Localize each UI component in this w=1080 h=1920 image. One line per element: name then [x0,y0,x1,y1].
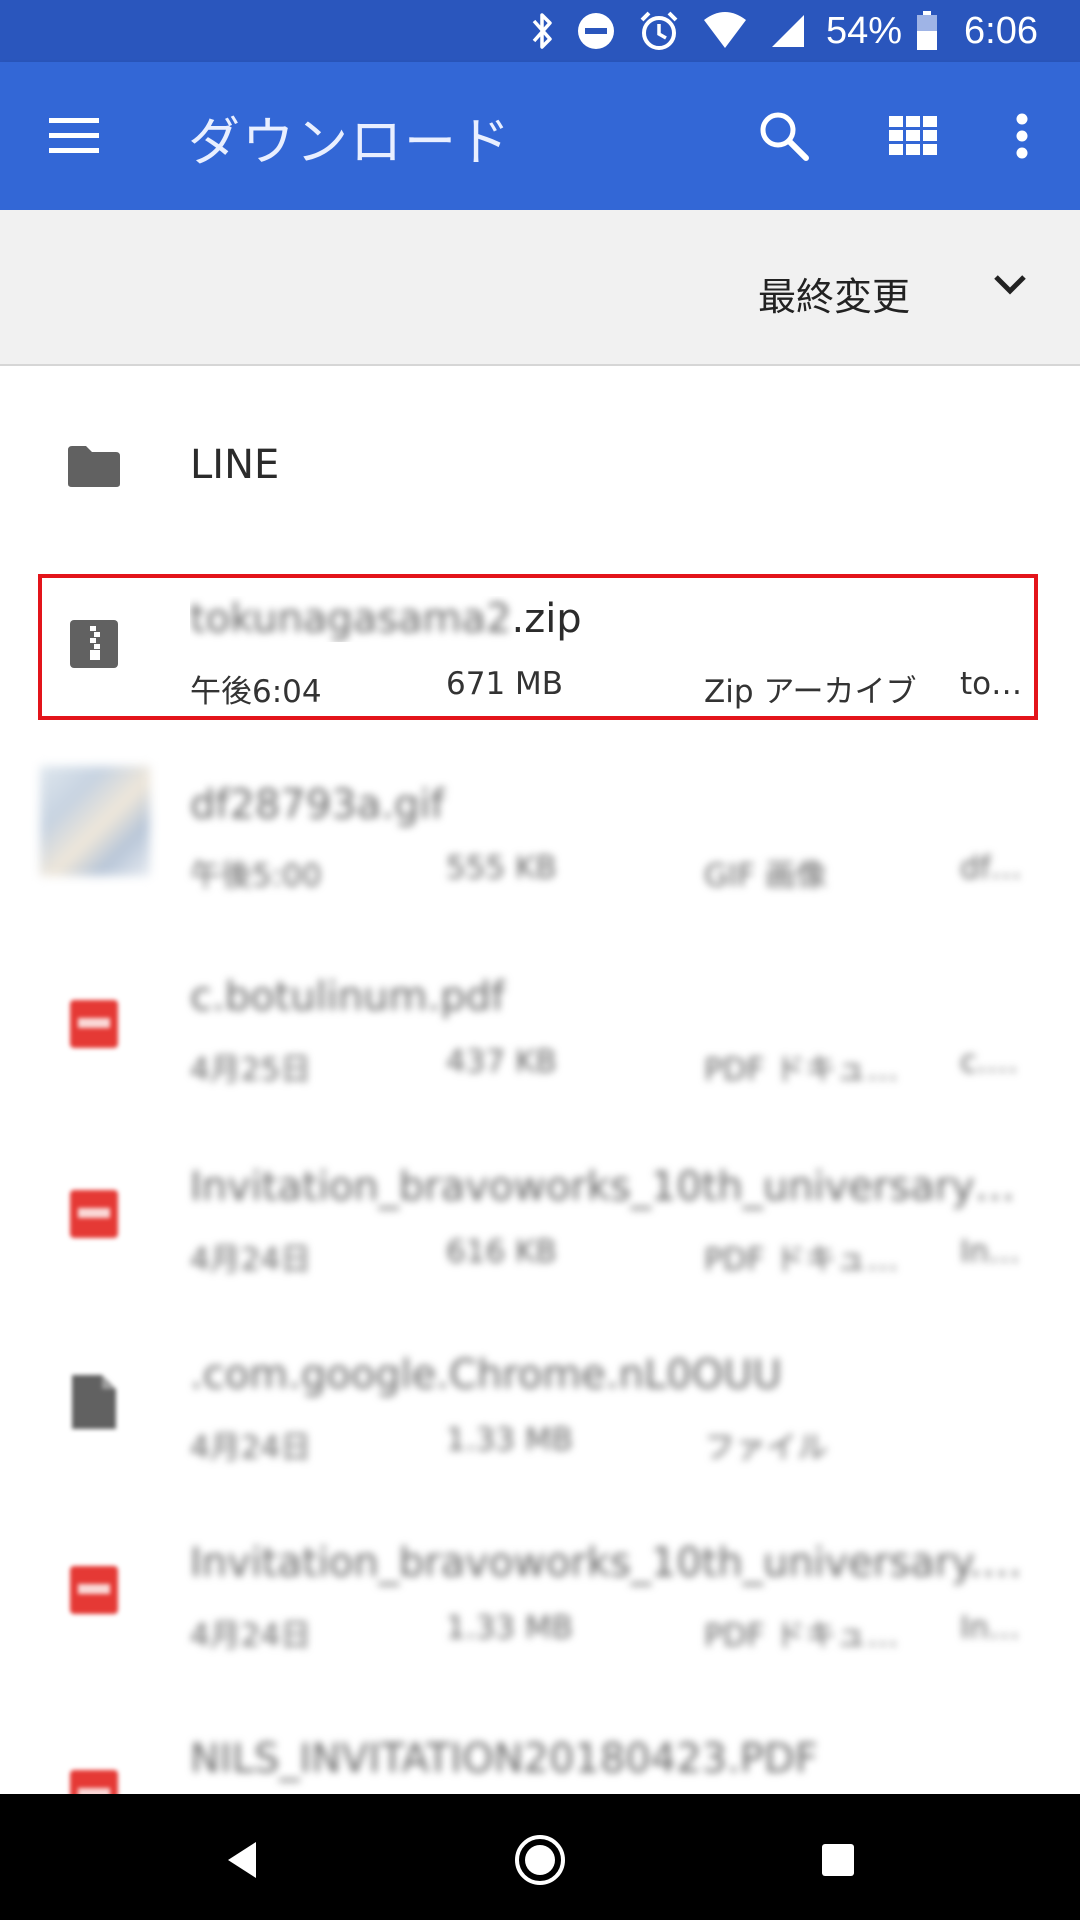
pdf-icon [64,1184,124,1244]
file-extra: c.b… [960,1044,1028,1080]
file-size: 1.33 MB [446,1610,573,1646]
file-name: .com.google.Chrome.nL0OUU [190,1352,782,1398]
pdf-icon [64,1560,124,1620]
file-name: NILS_INVITATION20180423.PDF [190,1736,818,1782]
file-name: LINE [190,442,280,488]
file-name: Invitation_bravoworks_10th_universary.pd… [190,1540,1030,1586]
file-extra: Inv… [960,1610,1028,1646]
cell-signal-icon [770,13,806,49]
folder-icon [64,436,124,496]
file-size: 437 KB [446,1044,557,1080]
status-time: 6:06 [964,9,1038,52]
pdf-icon [64,1764,124,1794]
zip-icon [64,614,124,674]
recents-icon[interactable] [810,1832,866,1888]
file-date: 4月25日 [190,1052,312,1088]
list-item-pdf[interactable]: c.botulinum.pdf 4月25日 437 KB PDF ドキュメ… c… [0,932,1080,1120]
alarm-icon [638,10,680,52]
page-title: ダウンロード [188,113,513,173]
image-thumbnail [40,766,150,876]
file-type: ファイル [704,1430,828,1466]
menu-icon[interactable] [44,106,104,166]
list-item-zip[interactable]: tokunagasama2.zip 午後6:04 671 MB Zip アーカイ… [0,554,1080,742]
do-not-disturb-icon [576,11,616,51]
file-date: 午後5:00 [190,858,322,894]
file-size: 616 KB [446,1234,557,1270]
status-bar: 54% 6:06 [0,0,1080,62]
bluetooth-icon [530,11,554,51]
list-item-file[interactable]: .com.google.Chrome.nL0OUU 4月24日 1.33 MB … [0,1310,1080,1498]
file-extra: Inv… [960,1234,1028,1270]
chevron-down-icon[interactable] [990,264,1030,308]
more-vert-icon[interactable] [992,106,1052,166]
pdf-icon [64,994,124,1054]
file-extra: tok… [960,666,1028,702]
battery-percent: 54% [825,9,903,52]
screen: 54% 6:06 ダウンロード 最終変更 LINE tokunagasama2.… [0,0,1080,1920]
sort-label[interactable]: 最終変更 [758,266,910,321]
sort-bar[interactable]: 最終変更 [0,210,1080,366]
battery-icon [916,11,938,51]
file-name: tokunagasama2.zip [190,596,582,642]
file-type: PDF ドキュメ… [704,1052,924,1088]
file-date: 4月24日 [190,1242,312,1278]
list-item-folder[interactable]: LINE [0,366,1080,554]
app-bar: ダウンロード [0,62,1080,210]
wifi-icon [702,12,748,50]
file-size: 555 KB [446,850,557,886]
file-extra: df2… [960,850,1028,886]
list-item-gif[interactable]: df28793a.gif 午後5:00 555 KB GIF 画像 df2… [0,742,1080,930]
file-name: Invitation_bravoworks_10th_universary_re… [190,1164,1030,1210]
file-type: PDF ドキュメ… [704,1618,924,1654]
file-name: df28793a.gif [190,782,445,828]
back-icon[interactable] [214,1832,270,1888]
file-type: PDF ドキュメ… [704,1242,924,1278]
file-date: 4月24日 [190,1618,312,1654]
file-size: 1.33 MB [446,1422,573,1458]
file-name: c.botulinum.pdf [190,974,506,1020]
home-icon[interactable] [512,1832,568,1888]
file-date: 4月24日 [190,1430,312,1466]
navigation-bar [0,1794,1080,1920]
file-list: LINE tokunagasama2.zip 午後6:04 671 MB Zip… [0,366,1080,1794]
file-date: 午後6:04 [190,674,322,710]
list-item-pdf[interactable]: Invitation_bravoworks_10th_universary.pd… [0,1498,1080,1686]
list-item-pdf[interactable]: Invitation_bravoworks_10th_universary_re… [0,1122,1080,1310]
file-type: GIF 画像 [704,858,827,894]
search-icon[interactable] [754,106,814,166]
file-size: 671 MB [446,666,564,702]
file-type: Zip アーカイブ [704,674,917,710]
list-item-pdf[interactable]: NILS_INVITATION20180423.PDF [0,1686,1080,1794]
grid-view-icon[interactable] [883,106,943,166]
file-icon [64,1372,124,1432]
